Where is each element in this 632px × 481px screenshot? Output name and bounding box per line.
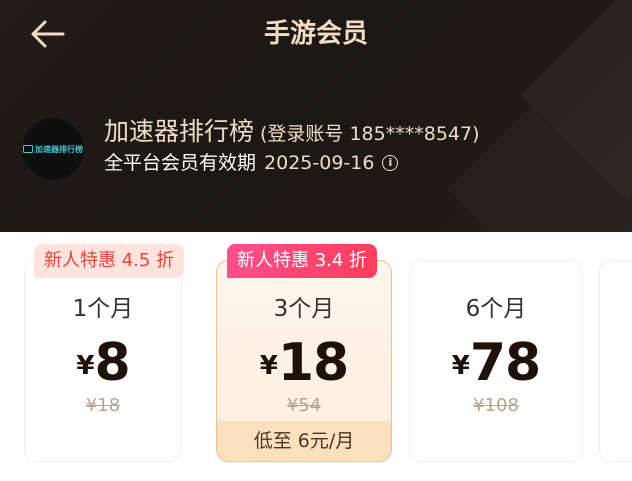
login-account: (登录账号 185****8547) [260, 123, 480, 145]
avatar: 加速器排行榜 [22, 118, 84, 180]
plan-card-1-month[interactable]: 1个月 ¥8 ¥18 [24, 260, 182, 462]
original-price: ¥54 [286, 395, 322, 416]
membership-expiry: 全平台会员有效期 2025-09-16 i [104, 148, 399, 178]
plan-period: 6个月 [465, 296, 527, 322]
plan-price: ¥18 [217, 333, 391, 393]
avatar-logo: 加速器排行榜 [23, 144, 83, 155]
logo-mark-icon [23, 145, 33, 153]
currency-symbol: ¥ [76, 351, 95, 381]
plan-period: 3个月 [273, 296, 335, 322]
price-amount: 78 [469, 333, 541, 393]
expiry-label: 全平台会员有效期 [104, 152, 257, 174]
monthly-price-note: 低至 6元/月 [217, 421, 391, 461]
avatar-logo-text: 加速器排行榜 [35, 144, 83, 154]
plan-price: ¥8 [25, 333, 181, 393]
header: 手游会员 加速器排行榜 加速器排行榜 (登录账号 185****8547) 全平台… [0, 0, 632, 232]
plan-badge-3-month: 新人特惠 3.4 折 [227, 244, 378, 278]
user-name: 加速器排行榜 [104, 117, 255, 146]
currency-symbol: ¥ [451, 351, 470, 381]
plan-card-3-month[interactable]: 3个月 ¥18 ¥54 低至 6元/月 [216, 260, 392, 462]
price-amount: 18 [277, 333, 349, 393]
plan-period: 1个月 [72, 296, 134, 322]
original-price: ¥18 [85, 395, 121, 416]
currency-symbol: ¥ [259, 351, 278, 381]
user-info: 加速器排行榜 (登录账号 185****8547) [104, 115, 480, 152]
expiry-date: 2025-09-16 [264, 152, 375, 174]
plan-badge-1-month: 新人特惠 4.5 折 [34, 244, 185, 278]
page-title: 手游会员 [263, 19, 368, 49]
info-icon[interactable]: i [382, 155, 399, 171]
original-price: ¥108 [473, 395, 519, 416]
plan-card-6-month[interactable]: 6个月 ¥78 ¥108 [409, 260, 583, 462]
plan-card-next[interactable] [599, 260, 632, 462]
price-amount: 8 [94, 333, 130, 393]
plan-price: ¥78 [410, 333, 582, 393]
